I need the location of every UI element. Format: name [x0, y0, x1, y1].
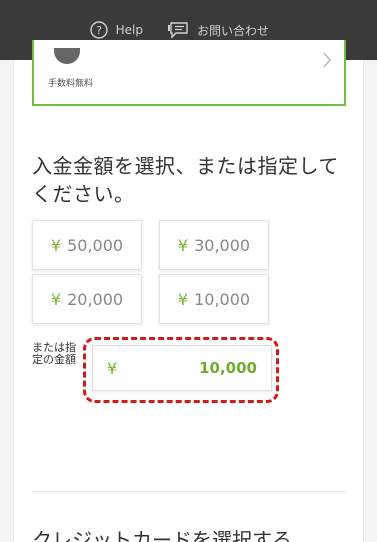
help-link[interactable]: ? Help: [89, 21, 143, 39]
yen-symbol: ¥: [107, 358, 118, 378]
chat-bubble-icon: [167, 21, 189, 39]
fee-free-note: 手数料無料: [48, 79, 94, 89]
yen-symbol: ¥: [177, 235, 189, 255]
question-circle-icon: ?: [89, 21, 108, 39]
yen-symbol: ¥: [177, 289, 189, 309]
amount-section-title: 入金金額を選択、または指定してください。: [32, 154, 339, 206]
left-gutter: [0, 60, 14, 542]
amount-value: 30,000: [194, 235, 251, 255]
amount-option-30000[interactable]: ¥ 30,000: [159, 220, 269, 270]
yen-symbol: ¥: [50, 289, 62, 309]
amount-option-50000[interactable]: ¥ 50,000: [32, 220, 142, 270]
right-gutter: [363, 60, 377, 542]
contact-label: お問い合わせ: [196, 23, 269, 38]
amount-value: 50,000: [67, 235, 124, 255]
amount-option-20000[interactable]: ¥ 20,000: [32, 274, 142, 324]
custom-amount-input[interactable]: ¥ 10,000: [92, 345, 272, 391]
payment-method-card[interactable]: 手数料無料: [32, 40, 346, 106]
method-logo: [54, 48, 80, 64]
amount-option-10000[interactable]: ¥ 10,000: [159, 274, 269, 324]
custom-amount-label: または指定の金額: [32, 341, 76, 366]
custom-amount-value: 10,000: [199, 359, 257, 377]
chevron-right-icon: [322, 52, 332, 72]
section-divider: [32, 491, 346, 492]
yen-symbol: ¥: [50, 235, 62, 255]
amount-value: 10,000: [194, 289, 251, 309]
help-label: Help: [115, 23, 143, 37]
contact-link[interactable]: お問い合わせ: [167, 21, 269, 39]
svg-text:?: ?: [96, 24, 102, 37]
card-section-title: クレジットカードを選択する: [32, 528, 292, 542]
amount-value: 20,000: [67, 289, 124, 309]
